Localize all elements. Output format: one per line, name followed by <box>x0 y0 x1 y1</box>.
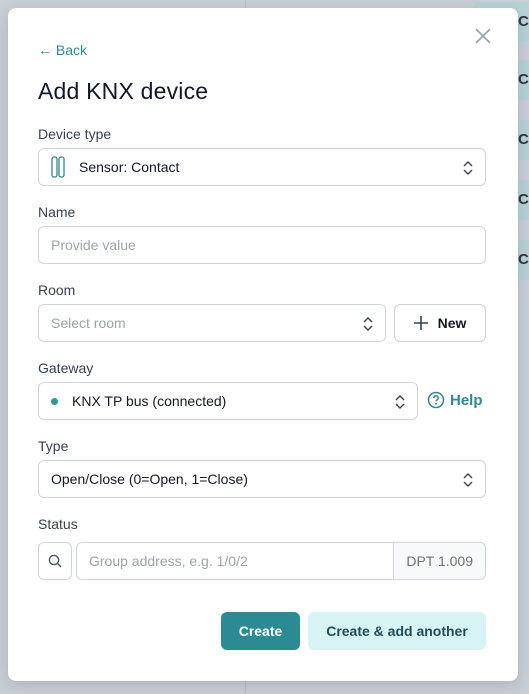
page-title: Add KNX device <box>38 78 209 104</box>
gateway-label: Gateway <box>38 360 94 376</box>
add-device-modal <box>8 8 518 681</box>
room-label: Room <box>38 282 76 298</box>
room-select[interactable]: Select room <box>38 304 386 342</box>
search-icon <box>48 554 62 568</box>
connected-status-dot <box>51 397 58 405</box>
device-type-label: Device type <box>38 126 112 142</box>
dpt-badge: DPT 1.009 <box>393 543 485 579</box>
chevron-updown-icon <box>463 161 473 175</box>
chevron-updown-icon <box>395 395 405 409</box>
arrow-left-icon: ← <box>38 42 56 58</box>
device-type-select[interactable]: Sensor: Contact <box>38 148 486 186</box>
close-icon[interactable] <box>473 26 493 46</box>
back-link[interactable]: ← Back <box>38 42 87 58</box>
contact-sensor-icon <box>51 156 65 178</box>
new-room-button[interactable]: New <box>394 304 486 342</box>
create-and-add-another-button[interactable]: Create & add another <box>308 612 486 650</box>
type-select[interactable]: Open/Close (0=Open, 1=Close) <box>38 460 486 498</box>
plus-icon <box>413 316 428 330</box>
create-button[interactable]: Create <box>221 612 300 650</box>
help-link[interactable]: Help <box>427 391 483 409</box>
help-circle-icon <box>427 391 445 409</box>
status-label: Status <box>38 516 78 532</box>
search-address-button[interactable] <box>38 542 72 580</box>
type-label: Type <box>38 438 69 454</box>
name-input[interactable]: Provide value <box>38 226 486 264</box>
chevron-updown-icon <box>363 317 373 331</box>
group-address-input[interactable]: Group address, e.g. 1/0/2 DPT 1.009 <box>76 542 486 580</box>
gateway-select[interactable]: KNX TP bus (connected) <box>38 382 418 420</box>
chevron-updown-icon <box>463 473 473 487</box>
name-label: Name <box>38 204 76 220</box>
